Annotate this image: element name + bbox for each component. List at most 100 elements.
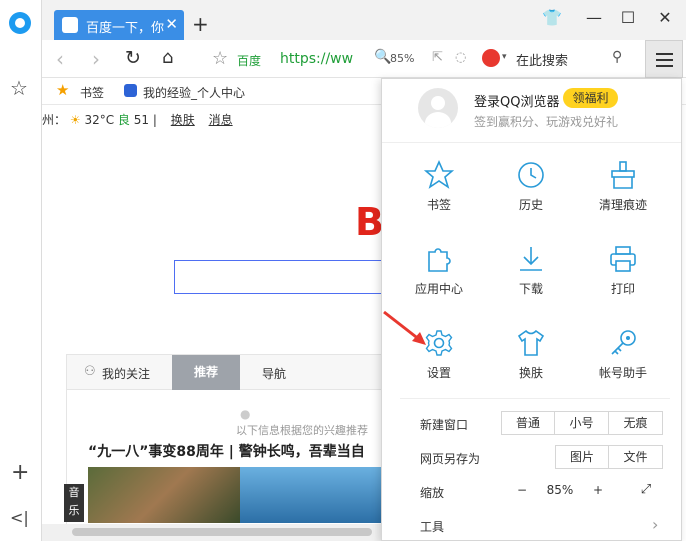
weather-city: 州： xyxy=(42,113,67,127)
menu-item-label: 历史 xyxy=(518,198,543,212)
new-window-normal-button[interactable]: 普通 xyxy=(501,411,555,435)
login-subtitle: 签到赢积分、玩游戏兑好礼 xyxy=(474,115,619,129)
extension-icon[interactable]: ◌ xyxy=(455,50,466,65)
menu-item-label: 帐号助手 xyxy=(598,366,647,380)
broom-icon xyxy=(611,161,635,189)
menu-item-bookmarks[interactable]: 书签 xyxy=(394,160,484,213)
scrollbar-thumb[interactable] xyxy=(72,528,372,536)
paw-icon: ● xyxy=(240,407,251,421)
shirt-icon xyxy=(517,329,545,356)
key-icon xyxy=(611,330,636,355)
clock-icon xyxy=(518,162,544,188)
weather-sunny-icon: ☀ xyxy=(69,113,81,127)
menu-item-label: 打印 xyxy=(610,282,635,296)
add-icon[interactable]: + xyxy=(11,460,29,485)
menu-item-clear-traces[interactable]: 清理痕迹 xyxy=(578,160,668,213)
menu-item-label: 书签 xyxy=(426,198,451,212)
puzzle-icon xyxy=(428,248,451,272)
menu-item-print[interactable]: 打印 xyxy=(578,244,668,297)
pointer-arrow-icon xyxy=(383,310,426,345)
favorites-star-icon[interactable]: ☆ xyxy=(10,76,28,100)
menu-item-label: 清理痕迹 xyxy=(598,198,647,212)
printer-icon xyxy=(610,246,636,272)
new-window-incognito-button[interactable]: 无痕 xyxy=(608,411,663,435)
share-icon[interactable]: ⇱ xyxy=(432,50,443,65)
zoom-out-button[interactable]: − xyxy=(508,479,536,503)
message-link[interactable]: 消息 xyxy=(209,113,233,127)
new-tab-button[interactable]: + xyxy=(192,12,209,36)
horizontal-scrollbar[interactable] xyxy=(42,524,382,541)
zoom-value: 85% xyxy=(538,479,582,503)
menu-item-label: 换肤 xyxy=(518,366,543,380)
minimize-button[interactable]: — xyxy=(582,8,606,32)
aqi-label: 良 xyxy=(117,113,130,127)
chevron-right-icon[interactable]: › xyxy=(652,515,658,534)
search-input[interactable]: 在此搜索 xyxy=(516,50,568,69)
zoom-level[interactable]: 85% xyxy=(390,52,414,65)
news-image[interactable] xyxy=(88,467,240,523)
news-image[interactable] xyxy=(240,467,382,523)
bookmark-folder-star-icon: ★ xyxy=(56,81,70,99)
zoom-label: 缩放 xyxy=(420,486,445,500)
maximize-button[interactable]: ☐ xyxy=(616,8,640,32)
divider xyxy=(382,142,681,143)
avatar[interactable] xyxy=(418,88,458,128)
engine-dropdown-icon[interactable]: ▾ xyxy=(502,52,507,62)
download-icon xyxy=(520,247,542,271)
qq-browser-logo-icon[interactable] xyxy=(9,12,31,34)
bookmark-item[interactable]: 我的经验_个人中心 xyxy=(143,84,245,101)
feed-hint: 以下信息根据您的兴趣推荐 xyxy=(236,424,368,437)
browser-tab[interactable]: 百度一下，你 ✕ xyxy=(54,10,184,40)
close-window-button[interactable]: ✕ xyxy=(653,8,677,32)
weather-temp: 32°C xyxy=(84,113,115,127)
menu-item-app-center[interactable]: 应用中心 xyxy=(394,244,484,297)
zoom-in-button[interactable]: + xyxy=(584,479,612,503)
zoom-icon: 🔍 xyxy=(374,49,392,65)
weather-bar: 州： ☀ 32°C 良 51 | 换肤 消息 xyxy=(42,111,233,128)
tab-title: 百度一下，你 xyxy=(86,21,165,36)
tools-label[interactable]: 工具 xyxy=(420,518,444,535)
user-icon: ⚇ xyxy=(84,364,96,379)
tab-navigation[interactable]: 导航 xyxy=(262,365,286,382)
aqi-value: 51 xyxy=(133,113,150,127)
site-name: 百度 xyxy=(237,54,262,68)
menu-item-download[interactable]: 下载 xyxy=(486,244,576,297)
news-headline[interactable]: “九一八”事变88周年 | 警钟长鸣，吾辈当自 xyxy=(88,441,365,461)
menu-item-skin[interactable]: 换肤 xyxy=(486,328,576,381)
reward-button[interactable]: 领福利 xyxy=(563,88,618,108)
star-icon xyxy=(424,160,454,189)
new-window-alt-button[interactable]: 小号 xyxy=(554,411,609,435)
fullscreen-icon[interactable]: ⤢ xyxy=(630,479,662,503)
music-widget[interactable]: 音乐 xyxy=(64,484,84,522)
save-as-file-button[interactable]: 文件 xyxy=(608,445,663,469)
baidu-search-input[interactable] xyxy=(174,260,382,294)
save-as-image-button[interactable]: 图片 xyxy=(555,445,609,469)
search-icon[interactable]: ⚲ xyxy=(612,49,622,65)
menu-item-label: 应用中心 xyxy=(414,282,463,296)
login-link[interactable]: 登录QQ浏览器 xyxy=(474,91,559,110)
home-button[interactable]: ⌂ xyxy=(162,47,173,68)
divider xyxy=(400,398,670,399)
tab-follow[interactable]: 我的关注 xyxy=(102,365,150,382)
new-window-label: 新建窗口 xyxy=(420,418,469,432)
menu-item-history[interactable]: 历史 xyxy=(486,160,576,213)
main-menu-button[interactable] xyxy=(645,40,683,78)
skin-link[interactable]: 换肤 xyxy=(171,113,195,127)
baidu-paw-icon xyxy=(124,84,137,97)
bookmark-item[interactable]: 书签 xyxy=(80,84,104,101)
bookmark-star-icon[interactable]: ☆ xyxy=(212,48,228,69)
back-button[interactable]: ‹ xyxy=(56,47,64,71)
url-field[interactable]: https://ww xyxy=(280,51,353,67)
menu-item-label: 下载 xyxy=(518,282,543,296)
collapse-sidebar-icon[interactable]: <| xyxy=(10,508,29,527)
baidu-logo: B xyxy=(355,200,384,244)
tab-close-icon[interactable]: ✕ xyxy=(165,15,178,33)
tab-recommend[interactable]: 推荐 xyxy=(172,355,240,390)
refresh-button[interactable]: ↻ xyxy=(125,47,141,69)
sogou-search-engine-icon[interactable] xyxy=(482,49,500,67)
skin-shirt-icon[interactable]: 👕 xyxy=(540,8,564,32)
menu-item-label: 设置 xyxy=(426,366,451,380)
baidu-paw-icon xyxy=(62,17,78,33)
menu-item-account-helper[interactable]: 帐号助手 xyxy=(578,328,668,381)
forward-button[interactable]: › xyxy=(92,47,100,71)
